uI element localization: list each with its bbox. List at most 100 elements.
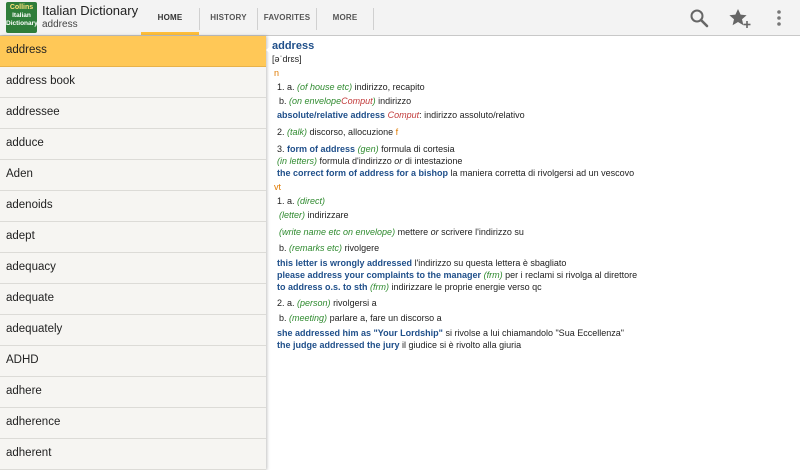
sense-vt2a: 2. a. (person) rivolgersi a xyxy=(277,298,377,308)
logo-line-3: Dictionary xyxy=(6,20,38,27)
example-vt5: the judge addressed the jury il giudice … xyxy=(277,340,521,350)
add-favorite-icon[interactable] xyxy=(728,7,751,29)
sense-number: 1. a. xyxy=(277,82,295,92)
tab-divider xyxy=(373,8,374,30)
example-vt4: she addressed him as "Your Lordship" si … xyxy=(277,328,624,338)
sense-number: b. xyxy=(279,313,287,323)
phrase: please address your complaints to the ma… xyxy=(277,270,482,280)
list-item[interactable]: ADHD xyxy=(0,346,266,377)
app-title: Italian Dictionary xyxy=(42,3,139,18)
sense-n1b: b. (on envelopeComput) indirizzo xyxy=(279,96,411,106)
logo-line-1: Collins xyxy=(9,4,34,11)
sense-label: (frm) xyxy=(370,282,390,292)
sense-label: (letter) xyxy=(279,210,306,220)
sense-label: (gen) xyxy=(357,144,379,154)
list-item[interactable]: adept xyxy=(0,222,266,253)
list-item[interactable]: adenoids xyxy=(0,191,266,222)
sense-n3-line3: the correct form of address for a bishop… xyxy=(277,168,634,178)
word-list[interactable]: address address book addressee adduce Ad… xyxy=(0,36,266,470)
tab-history[interactable]: HISTORY xyxy=(200,0,257,35)
sense-label: (on envelope xyxy=(289,96,342,106)
phrase: she addressed him as "Your Lordship" xyxy=(277,328,443,338)
translation: indirizzare le proprie energie verso qc xyxy=(391,282,542,292)
translation: il giudice si è rivolto alla giuria xyxy=(402,340,522,350)
app-logo[interactable]: Collins Italian Dictionary xyxy=(6,2,38,33)
action-bar: Collins Italian Dictionary Italian Dicti… xyxy=(0,0,800,36)
sense-label: (direct) xyxy=(297,196,326,206)
sense-number: 3. xyxy=(277,144,285,154)
translation: formula di cortesia xyxy=(381,144,455,154)
translation: la maniera corretta di rivolgersi ad un … xyxy=(450,168,635,178)
phrase: absolute/relative address xyxy=(277,110,386,120)
sense-vt1b: b. (remarks etc) rivolgere xyxy=(279,243,379,253)
list-item[interactable]: Aden xyxy=(0,160,266,191)
list-item[interactable]: adherent xyxy=(0,439,266,470)
search-icon[interactable] xyxy=(688,7,710,29)
sense-label: (remarks etc) xyxy=(289,243,343,253)
translation: indirizzo xyxy=(378,96,412,106)
example-vt2: please address your complaints to the ma… xyxy=(277,270,637,280)
pos-verb: vt xyxy=(274,182,282,192)
sense-label: (meeting) xyxy=(289,313,328,323)
list-item[interactable]: adduce xyxy=(0,129,266,160)
entry-headword: address xyxy=(272,40,315,52)
translation: per i reclami si rivolga al direttore xyxy=(505,270,638,280)
tab-favorites[interactable]: FAVORITES xyxy=(258,0,316,35)
list-item[interactable]: adequacy xyxy=(0,253,266,284)
translation: l'indirizzo su questa lettera è sbagliat… xyxy=(414,258,567,268)
translation: formula d'indirizzo xyxy=(319,156,392,166)
pos-noun: n xyxy=(274,68,280,78)
sense-label: (person) xyxy=(297,298,331,308)
list-item[interactable]: adhere xyxy=(0,377,266,408)
list-item[interactable]: address xyxy=(0,36,266,67)
current-word: address xyxy=(42,19,78,30)
sense-number: b. xyxy=(279,243,287,253)
translation: indirizzo, recapito xyxy=(354,82,425,92)
tab-home[interactable]: HOME xyxy=(141,0,199,35)
sense-label-end: ) xyxy=(372,96,376,106)
sense-n3-line2: (in letters) formula d'indirizzo or di i… xyxy=(277,156,462,166)
sense-number: 1. a. xyxy=(277,196,295,206)
list-item[interactable]: adequate xyxy=(0,284,266,315)
pronunciation: [əˈdrɛs] xyxy=(272,54,302,64)
translation: mettere xyxy=(397,227,429,237)
sense-number: 2. a. xyxy=(277,298,295,308)
translation: parlare a, fare un discorso a xyxy=(329,313,442,323)
sense-vt1a-line2: (letter) indirizzare xyxy=(279,210,349,220)
sense-n1a: 1. a. (of house etc) indirizzo, recapito xyxy=(277,82,425,92)
logo-line-2: Italian xyxy=(12,12,31,19)
sense-n3: 3. form of address (gen) formula di cort… xyxy=(277,144,455,154)
phrase: the correct form of address for a bishop xyxy=(277,168,449,178)
sense-vt1a: 1. a. (direct) xyxy=(277,196,325,206)
overflow-menu-icon[interactable] xyxy=(772,7,786,29)
example-vt3: to address o.s. to sth (frm) indirizzare… xyxy=(277,282,542,292)
sense-vt1a-line3: (write name etc on envelope) mettere or … xyxy=(279,227,524,237)
translation: rivolgere xyxy=(344,243,380,253)
sense-n2: 2. (talk) discorso, allocuzione f xyxy=(277,127,398,137)
phrase: form of address xyxy=(287,144,356,154)
or-word: or xyxy=(430,227,439,237)
sense-vt2b: b. (meeting) parlare a, fare un discorso… xyxy=(279,313,442,323)
or-word: or xyxy=(394,156,403,166)
tab-more[interactable]: MORE xyxy=(317,0,373,35)
sense-label: (frm) xyxy=(483,270,503,280)
phrase-n1: absolute/relative address Comput: indiri… xyxy=(277,110,525,120)
entry-panel: address [əˈdrɛs] n 1. a. (of house etc) … xyxy=(272,36,800,470)
translation: discorso, allocuzione xyxy=(309,127,394,137)
list-item[interactable]: adequately xyxy=(0,315,266,346)
list-item[interactable]: addressee xyxy=(0,98,266,129)
sense-number: 2. xyxy=(277,127,285,137)
phrase: this letter is wrongly addressed xyxy=(277,258,413,268)
example-vt1: this letter is wrongly addressed l'indir… xyxy=(277,258,566,268)
translation: di intestazione xyxy=(404,156,463,166)
phrase: the judge addressed the jury xyxy=(277,340,400,350)
translation: : indirizzo assoluto/relativo xyxy=(419,110,525,120)
sense-label: (in letters) xyxy=(277,156,318,166)
sense-label: (write name etc on envelope) xyxy=(279,227,396,237)
subject-label: Comput xyxy=(387,110,420,120)
list-item[interactable]: adherence xyxy=(0,408,266,439)
translation: si rivolse a lui chiamandolo "Sua Eccell… xyxy=(445,328,624,338)
list-item[interactable]: address book xyxy=(0,67,266,98)
translation: scrivere l'indirizzo su xyxy=(441,227,524,237)
sense-label: (talk) xyxy=(287,127,308,137)
